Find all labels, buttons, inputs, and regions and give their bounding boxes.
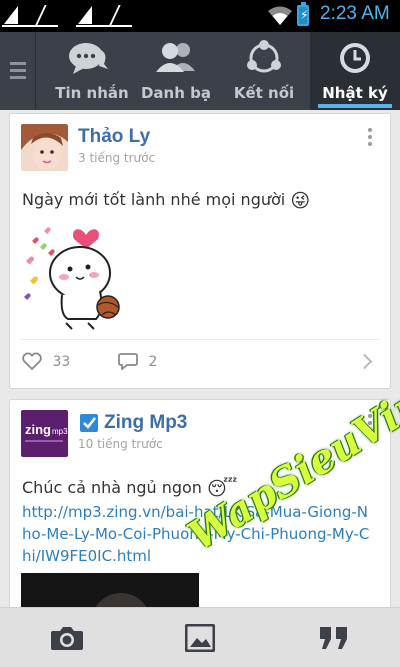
tab-timeline-label: Nhật ký bbox=[322, 84, 388, 102]
tab-connect-label: Kết nối bbox=[233, 84, 295, 102]
comment-count: 2 bbox=[148, 354, 158, 370]
camera-icon bbox=[51, 627, 83, 650]
post-actions: 33 2 bbox=[10, 342, 390, 388]
post-author[interactable]: Zing Mp3 bbox=[104, 412, 187, 434]
clock-icon bbox=[340, 43, 370, 73]
sim1-signal-icon bbox=[2, 5, 58, 27]
like-count: 33 bbox=[52, 354, 71, 370]
tab-contacts-label: Danh bạ bbox=[140, 84, 211, 102]
avatar[interactable]: zingmp3 bbox=[21, 410, 68, 457]
status-bar: ⚡ 2:23 AM bbox=[0, 0, 400, 32]
tab-timeline[interactable]: Nhật ký bbox=[310, 32, 400, 110]
post-time: 10 tiếng trước bbox=[78, 437, 163, 451]
like-button[interactable]: 33 bbox=[22, 352, 71, 371]
tab-messages-label: Tin nhắn bbox=[55, 84, 129, 102]
comment-button[interactable]: 2 bbox=[118, 352, 158, 371]
chevron-right-icon[interactable] bbox=[356, 353, 373, 370]
contacts-icon bbox=[156, 43, 195, 72]
verified-badge-icon bbox=[80, 414, 98, 432]
tab-connect[interactable]: Kết nối bbox=[218, 32, 310, 110]
comment-icon bbox=[118, 353, 138, 371]
camera-button[interactable] bbox=[0, 608, 133, 667]
avatar-logo-text: zing bbox=[25, 422, 51, 437]
bottom-action-bar bbox=[0, 607, 400, 667]
post-author[interactable]: Thảo Ly bbox=[78, 126, 150, 148]
clock-time: 2:23 AM bbox=[320, 3, 390, 24]
sim2-signal-icon bbox=[76, 5, 132, 27]
tab-bar: Tin nhắn Danh bạ Kết nối Nhật ký bbox=[0, 32, 400, 110]
avatar[interactable] bbox=[21, 124, 68, 171]
post-text: Ngày mới tốt lành nhé mọi người 😜 bbox=[22, 190, 310, 212]
chat-bubbles-icon bbox=[69, 43, 108, 74]
divider bbox=[20, 339, 380, 340]
post-text-content: Ngày mới tốt lành nhé mọi người bbox=[22, 190, 286, 209]
connect-network-icon bbox=[247, 40, 281, 73]
quote-icon bbox=[320, 627, 347, 649]
more-options-icon[interactable] bbox=[368, 128, 372, 149]
feed-post: Thảo Ly 3 tiếng trước Ngày mới tốt lành … bbox=[9, 113, 391, 389]
tab-contacts[interactable]: Danh bạ bbox=[130, 32, 222, 110]
post-time: 3 tiếng trước bbox=[78, 151, 156, 165]
avatar-logo-sub: mp3 bbox=[52, 427, 68, 436]
menu-button[interactable] bbox=[0, 32, 36, 110]
tab-messages[interactable]: Tin nhắn bbox=[46, 32, 138, 110]
heart-icon bbox=[22, 352, 42, 371]
post-text-content: Chúc cả nhà ngủ ngon bbox=[22, 478, 202, 497]
battery-charging-icon: ⚡ bbox=[297, 2, 309, 26]
photo-gallery-button[interactable] bbox=[133, 608, 266, 667]
quote-button[interactable] bbox=[267, 608, 400, 667]
wifi-icon bbox=[268, 6, 292, 25]
wink-tongue-emoji: 😜 bbox=[290, 190, 311, 212]
post-text: Chúc cả nhà ngủ ngon 😴 bbox=[22, 478, 238, 500]
sticker-image bbox=[24, 227, 120, 330]
photo-gallery-icon bbox=[185, 624, 215, 652]
active-tab-indicator bbox=[318, 104, 392, 108]
